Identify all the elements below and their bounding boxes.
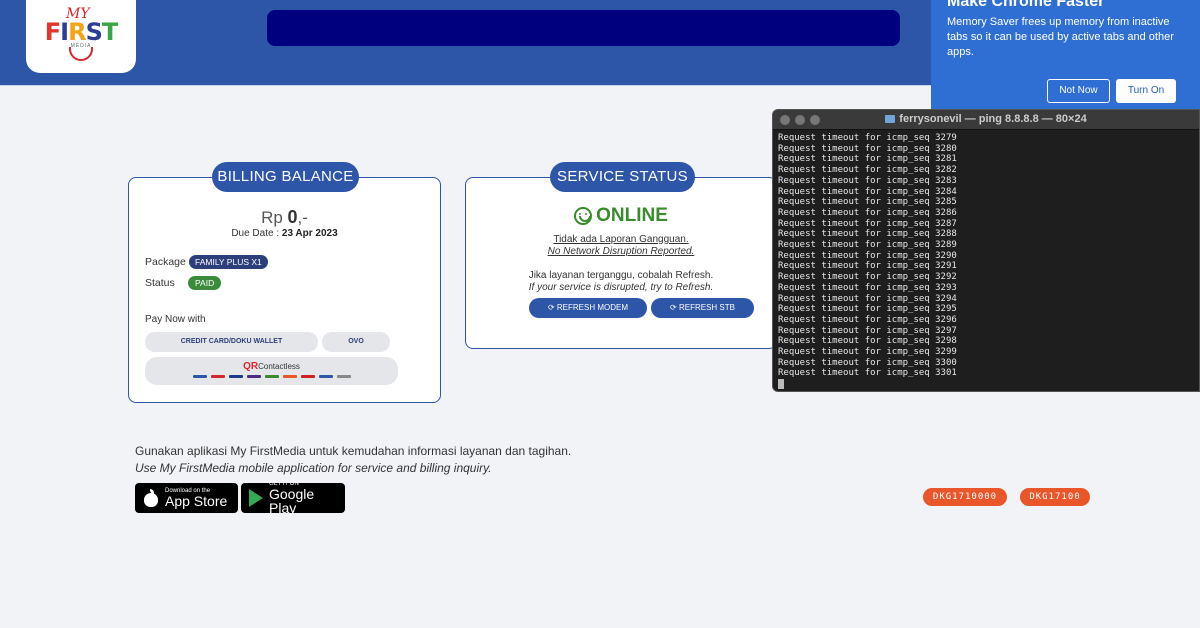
credit-card-doku-button[interactable]: CREDIT CARD/DOKU WALLET: [145, 332, 318, 352]
service-status-card: SERVICE STATUS ONLINE Tidak ada Laporan …: [465, 162, 777, 349]
qr-contactless-title: QRContactless: [145, 361, 398, 372]
smiley-icon: [574, 207, 593, 225]
package-label: Package: [145, 256, 186, 268]
terminal-line: Request timeout for icmp_seq 3282: [778, 165, 957, 176]
amount-suffix: ,-: [297, 208, 308, 227]
terminal-title: ferrysonevil — ping 8.8.8.8 — 80×24: [773, 113, 1199, 125]
terminal-line: Request timeout for icmp_seq 3296: [778, 314, 957, 325]
terminal-line: Request timeout for icmp_seq 3280: [778, 143, 957, 154]
terminal-cursor: [778, 379, 784, 390]
chrome-memory-saver-popup: Make Chrome Faster Memory Saver frees up…: [931, 0, 1200, 110]
status-badge: PAID: [188, 276, 222, 290]
logo-swoosh-icon: [69, 47, 93, 61]
terminal-line: Request timeout for icmp_seq 3281: [778, 154, 957, 165]
bank-logo-icon: [300, 375, 315, 378]
logo-letter: R: [68, 18, 87, 46]
terminal-window[interactable]: ferrysonevil — ping 8.8.8.8 — 80×24 Requ…: [772, 109, 1200, 392]
online-status: ONLINE: [466, 205, 776, 227]
due-date-label: Due Date :: [231, 228, 280, 239]
google-play-button[interactable]: GET IT ON Google Play: [241, 481, 345, 515]
bank-logo-icon: [264, 375, 279, 378]
refresh-modem-button[interactable]: ⟳ REFRESH MODEM: [529, 298, 647, 318]
billing-balance-card: BILLING BALANCE Rp 0,- Due Date : 23 Apr…: [128, 162, 441, 403]
terminal-line: Request timeout for icmp_seq 3292: [778, 272, 957, 283]
terminal-line: Request timeout for icmp_seq 3297: [778, 325, 957, 336]
app-store-big-text: App Store: [165, 493, 228, 509]
terminal-title-bar[interactable]: ferrysonevil — ping 8.8.8.8 — 80×24: [773, 110, 1199, 130]
google-play-big-text: Google Play: [269, 486, 315, 516]
terminal-line: Request timeout for icmp_seq 3286: [778, 207, 957, 218]
service-status-title: SERVICE STATUS: [550, 162, 695, 192]
online-status-text: ONLINE: [596, 205, 668, 226]
terminal-title-text: ferrysonevil — ping 8.8.8.8 — 80×24: [899, 113, 1087, 125]
bank-logo-icon: [246, 375, 261, 378]
no-disruption-en: No Network Disruption Reported.: [547, 246, 695, 257]
terminal-output[interactable]: Request timeout for icmp_seq 3279 Request…: [773, 130, 1199, 391]
bank-logo-icon: [228, 375, 243, 378]
logo-letter: F: [44, 18, 61, 46]
no-disruption-id: Tidak ada Laporan Gangguan.: [553, 234, 689, 245]
terminal-line: Request timeout for icmp_seq 3299: [778, 347, 957, 358]
due-date: Due Date : 23 Apr 2023: [129, 228, 440, 239]
terminal-line: Request timeout for icmp_seq 3295: [778, 304, 957, 315]
terminal-line: Request timeout for icmp_seq 3283: [778, 175, 957, 186]
qr-contactless-button[interactable]: QRContactless: [145, 357, 398, 385]
package-badge: FAMILY PLUS X1: [189, 255, 268, 269]
app-store-label: Download on the App Store: [165, 488, 227, 508]
billing-balance-title: BILLING BALANCE: [212, 162, 359, 192]
turn-on-button[interactable]: Turn On: [1116, 79, 1176, 103]
billing-amount: Rp 0,-: [129, 207, 440, 228]
terminal-line: Request timeout for icmp_seq 3285: [778, 197, 957, 208]
bank-logo-icon: [318, 375, 333, 378]
firstmedia-logo[interactable]: MY FIRST MEDIA: [26, 0, 136, 73]
amount-value: 0: [287, 207, 298, 227]
folder-icon: [885, 115, 896, 123]
terminal-line: Request timeout for icmp_seq 3294: [778, 293, 957, 304]
terminal-line: Request timeout for icmp_seq 3298: [778, 336, 957, 347]
terminal-line: Request timeout for icmp_seq 3291: [778, 261, 957, 272]
logo-letter: I: [60, 18, 69, 46]
qr-title-text: QR: [243, 361, 259, 372]
app-promo-en: Use My FirstMedia mobile application for…: [135, 461, 492, 475]
popup-title: Make Chrome Faster: [947, 0, 1105, 10]
ovo-button[interactable]: OVO: [322, 332, 390, 352]
currency-label: Rp: [261, 208, 283, 227]
refresh-hint-id: Jika layanan terganggu, cobalah Refresh.: [528, 270, 714, 281]
terminal-line: Request timeout for icmp_seq 3289: [778, 240, 957, 251]
bank-logo-icon: [210, 375, 225, 378]
logo-first-text: FIRST: [44, 18, 119, 46]
google-play-label: GET IT ON Google Play: [269, 481, 345, 515]
terminal-line: Request timeout for icmp_seq 3287: [778, 218, 957, 229]
popup-message: Memory Saver frees up memory from inacti…: [947, 16, 1174, 58]
code-badge: DKG1710000: [923, 488, 1007, 506]
terminal-line: Request timeout for icmp_seq 3293: [778, 282, 957, 293]
terminal-line: Request timeout for icmp_seq 3301: [778, 368, 957, 379]
bank-logo-icon: [336, 375, 351, 378]
terminal-line: Request timeout for icmp_seq 3279: [778, 133, 957, 143]
logo-letter: S: [85, 18, 103, 46]
nav-bar[interactable]: [267, 10, 900, 46]
terminal-line: Request timeout for icmp_seq 3300: [778, 357, 957, 368]
bank-logo-icon: [192, 375, 207, 378]
logo-letter: T: [101, 18, 118, 46]
app-promo-id: Gunakan aplikasi My FirstMedia untuk kem…: [135, 444, 572, 458]
qr-sub-text: Contactless: [258, 362, 300, 371]
payment-logos: [145, 375, 398, 378]
refresh-hint-en: If your service is disrupted, try to Ref…: [528, 282, 714, 293]
due-date-value: 23 Apr 2023: [281, 228, 338, 239]
terminal-line: Request timeout for icmp_seq 3284: [778, 186, 957, 197]
apple-icon: [143, 489, 159, 507]
refresh-stb-button[interactable]: ⟳ REFRESH STB: [651, 298, 754, 318]
not-now-button[interactable]: Not Now: [1047, 79, 1110, 103]
app-store-button[interactable]: Download on the App Store: [135, 483, 238, 513]
pay-now-label: Pay Now with: [145, 314, 206, 325]
terminal-line: Request timeout for icmp_seq 3290: [778, 250, 957, 261]
terminal-line: Request timeout for icmp_seq 3288: [778, 229, 957, 240]
google-play-icon: [249, 489, 263, 507]
bank-logo-icon: [282, 375, 297, 378]
logo-my-text: MY: [66, 6, 90, 22]
code-badge: DKG17100: [1020, 488, 1090, 506]
status-label: Status: [145, 277, 175, 289]
